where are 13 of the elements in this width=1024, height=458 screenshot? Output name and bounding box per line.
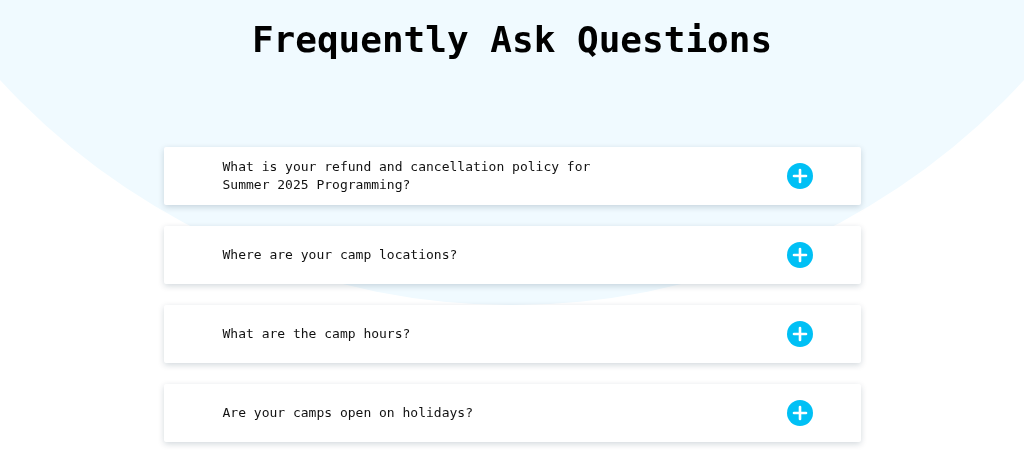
faq-item[interactable]: What are the camp hours? bbox=[163, 305, 861, 363]
plus-icon[interactable] bbox=[786, 400, 813, 426]
plus-icon[interactable] bbox=[786, 321, 813, 347]
faq-question: What are the camp hours? bbox=[222, 325, 411, 343]
faq-question: What is your refund and cancellation policy for Summer 2025 Programming? bbox=[222, 158, 591, 194]
plus-icon[interactable] bbox=[786, 163, 813, 189]
plus-icon[interactable] bbox=[786, 242, 813, 268]
faq-item[interactable]: Are your camps open on holidays? bbox=[163, 384, 861, 442]
faq-question: Are your camps open on holidays? bbox=[222, 404, 473, 422]
page-title: Frequently Ask Questions bbox=[251, 18, 773, 62]
faq-question: Where are your camp locations? bbox=[222, 246, 458, 264]
faq-item[interactable]: What is your refund and cancellation policy for Summer 2025 Programming? bbox=[163, 147, 861, 205]
faq-item[interactable]: Where are your camp locations? bbox=[163, 226, 861, 284]
